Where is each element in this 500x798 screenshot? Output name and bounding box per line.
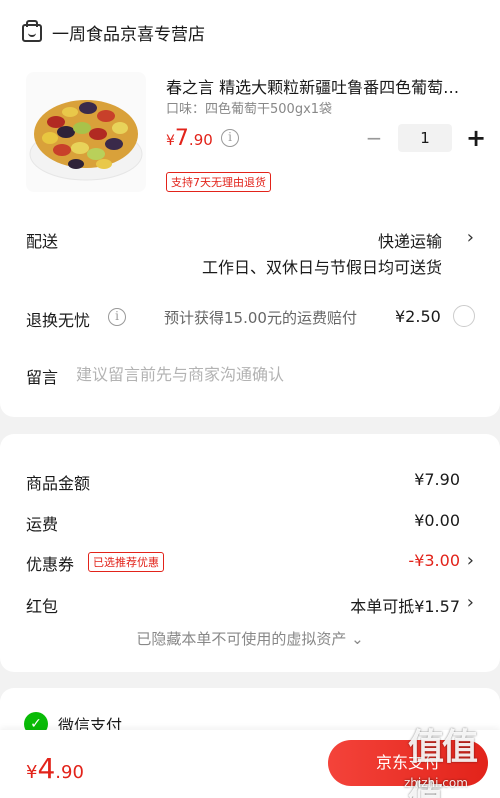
coupon-label: 优惠券: [26, 555, 75, 574]
chevron-right-icon[interactable]: ›: [467, 550, 474, 571]
delivery-method[interactable]: 快递运输: [378, 228, 442, 252]
exchange-info-icon[interactable]: i: [108, 308, 126, 326]
goods-amount-label: 商品金额: [26, 474, 91, 493]
exchange-radio[interactable]: [453, 305, 475, 327]
red-packet-row[interactable]: 红包 本单可抵¥1.57 ›: [26, 592, 474, 617]
raisins-image-icon: [29, 100, 143, 181]
order-card: 一周食品京喜专营店 春之言 精选大颗粒新疆吐鲁番四色葡萄干500g 口味：四色葡…: [0, 0, 500, 417]
product-spec[interactable]: 口味：四色葡萄干500gx1袋: [166, 98, 332, 117]
product-title[interactable]: 春之言 精选大颗粒新疆吐鲁番四色葡萄干500g: [166, 74, 466, 98]
total-integer: 4: [37, 752, 56, 785]
coupon-row[interactable]: 优惠券 已选推荐优惠 -¥3.00 ›: [26, 550, 474, 575]
watermark-url: zhizhi.com: [404, 776, 468, 790]
total-currency: ¥: [26, 762, 38, 783]
hidden-assets-toggle[interactable]: 已隐藏本单不可使用的虚拟资产 ⌄: [0, 628, 500, 649]
shop-header[interactable]: 一周食品京喜专营店: [22, 19, 205, 45]
note-label: 留言: [26, 368, 59, 387]
price-integer: 7: [174, 126, 189, 151]
price-currency: ¥: [166, 133, 175, 149]
note-input[interactable]: [76, 362, 466, 386]
shipping-label: 运费: [26, 515, 59, 534]
price-info-icon[interactable]: i: [221, 129, 239, 147]
red-packet-label: 红包: [26, 597, 59, 616]
red-packet-value[interactable]: 本单可抵¥1.57: [350, 593, 460, 617]
product-image[interactable]: [26, 72, 146, 192]
shipping-value: ¥0.00: [414, 511, 460, 530]
goods-amount-row: 商品金额 ¥7.90: [26, 470, 474, 494]
coupon-badge: 已选推荐优惠: [88, 552, 164, 572]
goods-amount-value: ¥7.90: [414, 470, 460, 489]
shop-name: 一周食品京喜专营店: [52, 25, 205, 45]
decrease-button[interactable]: −: [360, 126, 388, 150]
quantity-field[interactable]: 1: [398, 124, 452, 152]
shipping-row: 运费 ¥0.00: [26, 511, 474, 535]
shop-icon: [22, 19, 42, 42]
exchange-text: 预计获得15.00元的运费赔付: [164, 309, 357, 327]
product-price: ¥ 7 .90: [166, 126, 213, 151]
exchange-price: ¥2.50: [395, 307, 441, 326]
chevron-right-icon[interactable]: ›: [467, 227, 474, 248]
total-price: ¥ 4 .90: [26, 752, 84, 785]
delivery-time[interactable]: 工作日、双休日与节假日均可送货: [202, 254, 442, 278]
exchange-label: 退换无忧: [26, 311, 91, 330]
coupon-value[interactable]: -¥3.00: [408, 551, 460, 570]
increase-button[interactable]: +: [462, 124, 490, 152]
return-policy-badge: 支持7天无理由退货: [166, 172, 271, 192]
quantity-stepper: − 1 +: [360, 124, 490, 152]
price-decimal: .90: [188, 131, 213, 149]
total-decimal: .90: [55, 762, 84, 783]
delivery-label: 配送: [26, 232, 59, 251]
chevron-right-icon[interactable]: ›: [467, 592, 474, 613]
